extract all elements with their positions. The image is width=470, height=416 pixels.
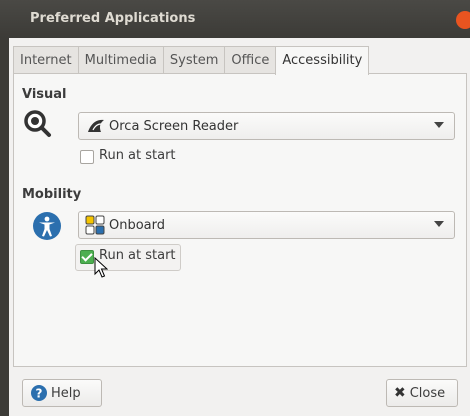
tab-office[interactable]: Office <box>224 46 277 74</box>
mouse-cursor-icon <box>94 257 108 278</box>
visual-app-label: Orca Screen Reader <box>109 118 239 134</box>
chevron-down-icon <box>434 221 444 227</box>
mobility-app-label: Onboard <box>109 217 166 233</box>
mobility-run-at-start-label[interactable]: Run at start <box>99 248 176 263</box>
window-title: Preferred Applications <box>30 11 196 26</box>
close-x-icon: ✖ <box>394 385 406 401</box>
visual-heading: Visual <box>22 87 67 102</box>
orca-icon <box>88 119 104 132</box>
window-titlebar: Preferred Applications <box>0 0 470 38</box>
window-close-icon[interactable] <box>456 11 470 29</box>
tab-accessibility[interactable]: Accessibility <box>275 46 370 75</box>
mobility-app-combo[interactable]: Onboard <box>78 211 455 239</box>
help-button[interactable]: ? Help <box>22 379 102 407</box>
help-label: Help <box>51 385 81 401</box>
tab-multimedia[interactable]: Multimedia <box>77 46 164 74</box>
visual-run-at-start-checkbox[interactable] <box>80 150 94 164</box>
tab-system[interactable]: System <box>162 46 226 74</box>
close-label: Close <box>409 385 446 401</box>
close-button[interactable]: ✖ Close <box>386 379 458 407</box>
svg-text:?: ? <box>36 387 43 401</box>
help-icon: ? <box>31 385 47 401</box>
tab-bar: Internet Multimedia System Office Access… <box>13 46 370 75</box>
visual-app-combo[interactable]: Orca Screen Reader <box>78 112 455 140</box>
mobility-heading: Mobility <box>22 187 82 202</box>
chevron-down-icon <box>434 122 444 128</box>
magnifier-icon <box>24 110 51 137</box>
onboard-keyboard-icon <box>85 215 105 235</box>
mobility-run-at-start-checkbox[interactable] <box>80 250 94 264</box>
tab-internet[interactable]: Internet <box>13 46 79 74</box>
accessibility-icon <box>33 212 61 240</box>
visual-run-at-start-label[interactable]: Run at start <box>99 148 176 163</box>
